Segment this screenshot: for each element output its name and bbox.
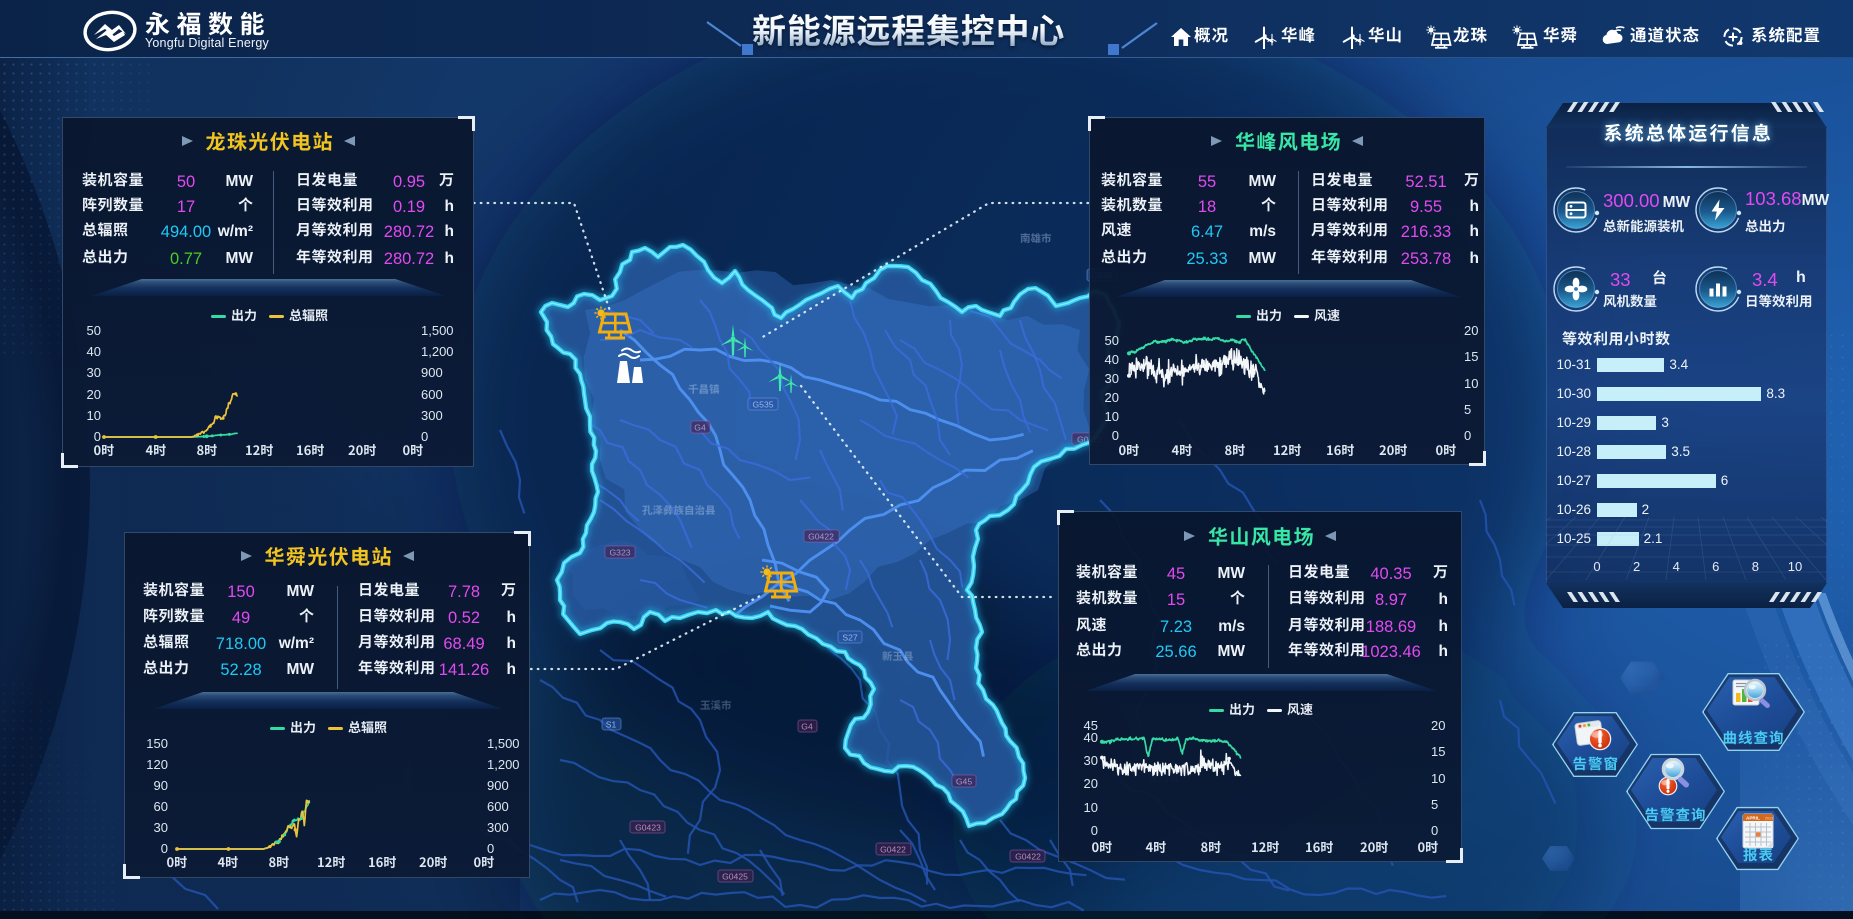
- svg-text:G0425: G0425: [722, 871, 748, 881]
- svg-text:2013: 2013: [1765, 816, 1773, 820]
- svg-text:S27: S27: [842, 632, 858, 642]
- svg-text:APRIL: APRIL: [1746, 815, 1760, 820]
- svg-text:G535: G535: [752, 399, 773, 409]
- svg-text:G0423: G0423: [635, 822, 661, 832]
- svg-text:G0422: G0422: [1015, 851, 1041, 861]
- svg-text:S1: S1: [606, 719, 617, 729]
- svg-text:G0422: G0422: [880, 844, 906, 854]
- svg-text:G323: G323: [609, 547, 630, 557]
- svg-text:G4: G4: [801, 721, 813, 731]
- svg-text:G4: G4: [694, 422, 706, 432]
- svg-text:G0422: G0422: [808, 531, 834, 541]
- svg-text:G45: G45: [956, 776, 972, 786]
